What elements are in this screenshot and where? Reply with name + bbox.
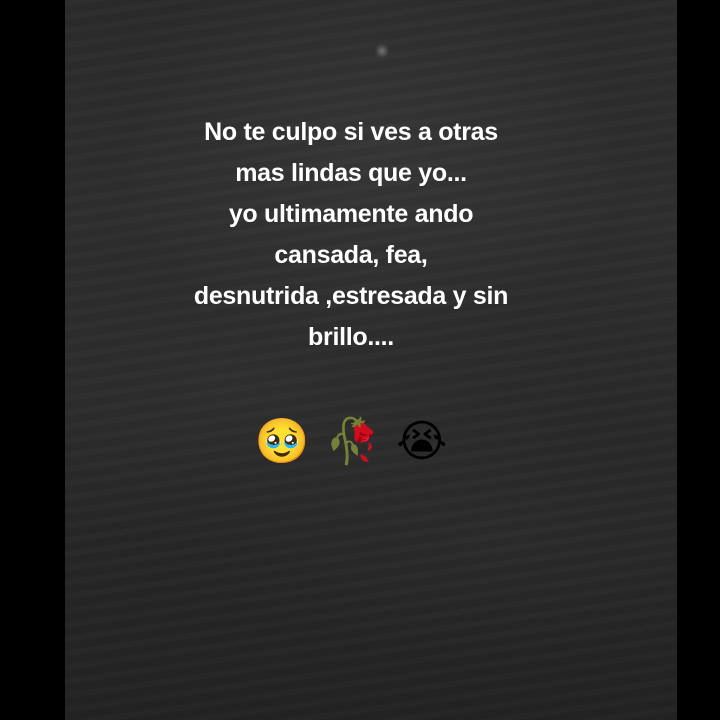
light-spot: [375, 44, 389, 58]
emoji-row: 🥹 🥀 😭: [65, 414, 637, 470]
caption-line: brillo....: [308, 323, 394, 351]
caption-text: No te culpo si ves a otras mas lindas qu…: [65, 112, 637, 358]
water-texture: [65, 0, 677, 720]
video-background[interactable]: [65, 0, 677, 720]
caption-line: cansada, fea,: [274, 241, 428, 269]
caption-line: desnutrida ,estresada y sin: [193, 282, 509, 310]
video-frame: No te culpo si ves a otras mas lindas qu…: [0, 0, 720, 720]
crying-face-icon: 😭: [396, 416, 448, 467]
pleading-face-icon: 🥹: [254, 416, 310, 467]
caption-line: No te culpo si ves a otras: [204, 118, 498, 146]
caption-line: yo ultimamente ando: [228, 200, 474, 228]
wilted-rose-icon: 🥀: [325, 416, 381, 467]
caption-line: mas lindas que yo...: [235, 159, 467, 187]
